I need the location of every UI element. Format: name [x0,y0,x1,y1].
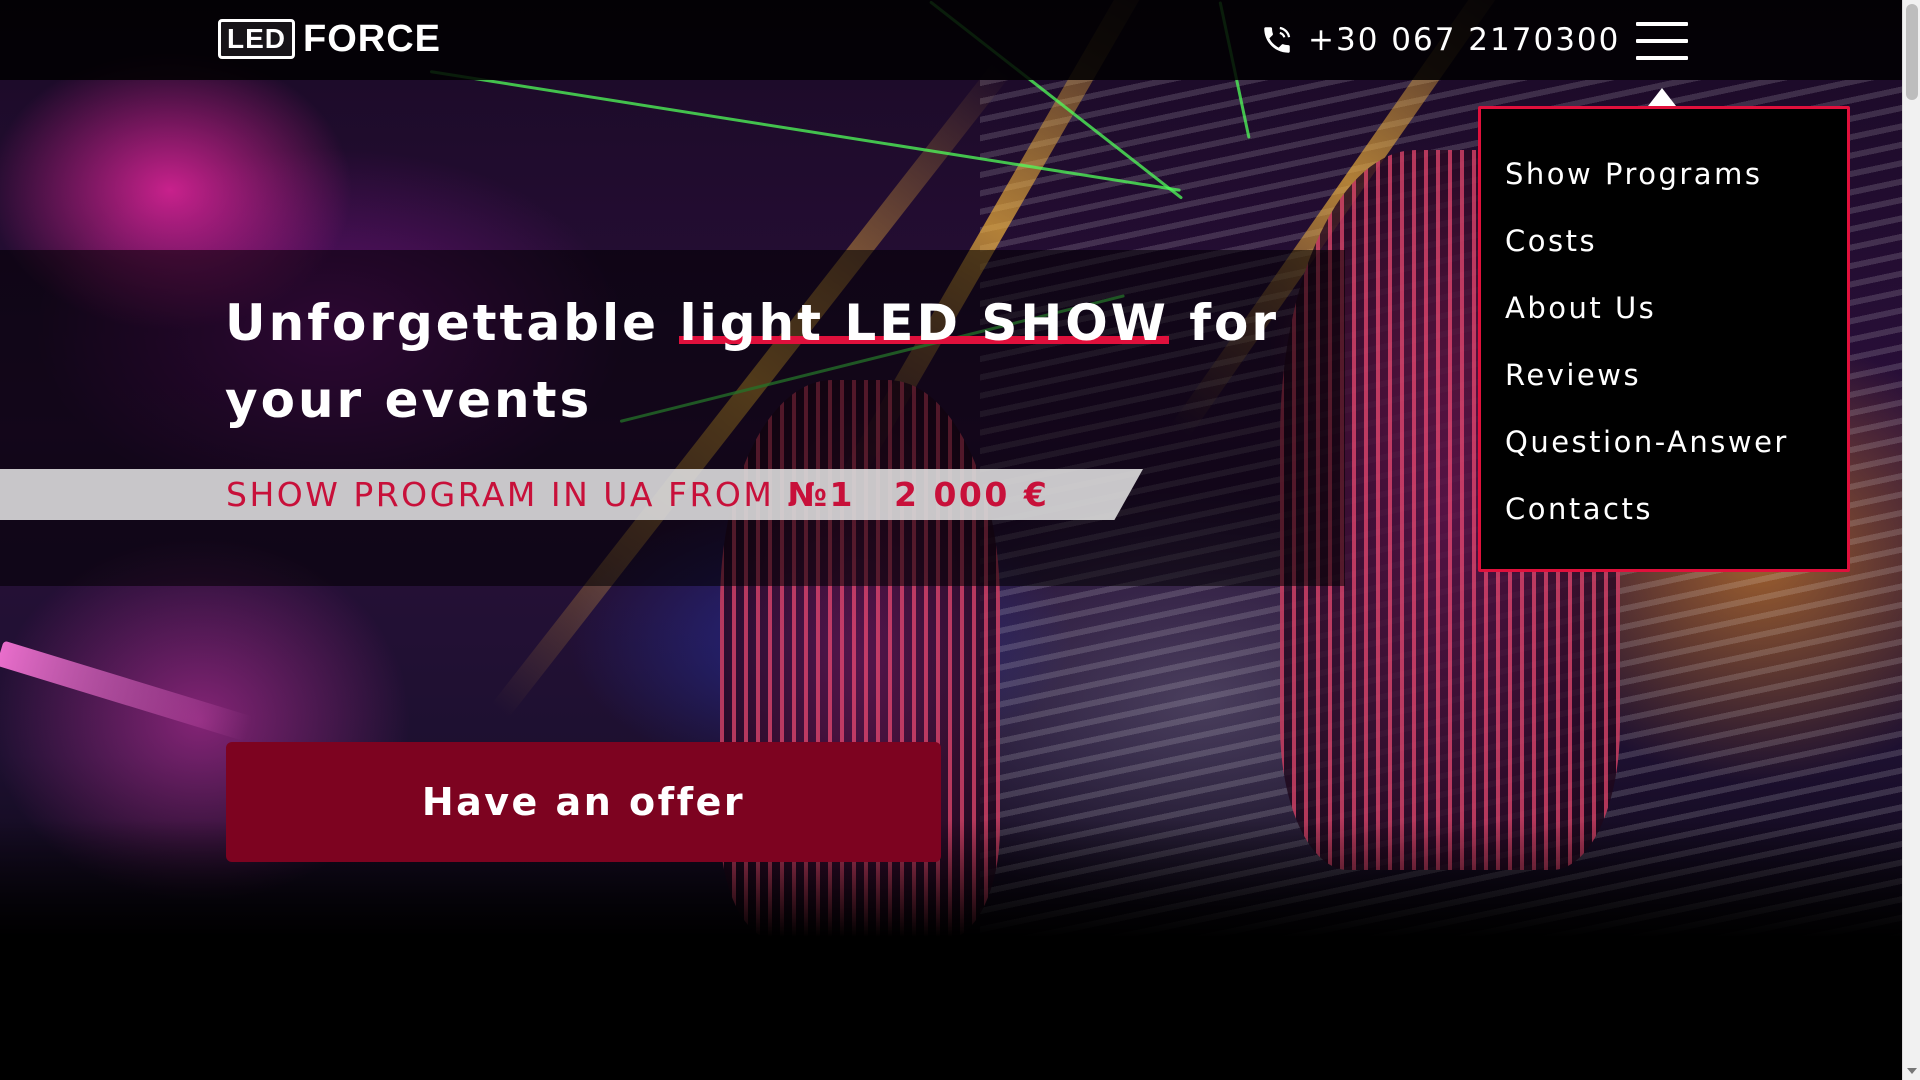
logo-box-text: LED [218,19,295,59]
page-scrollbar[interactable] [1902,0,1920,1080]
tagline-prefix: SHOW PROGRAM IN UA FROM [226,475,788,514]
phone-icon [1264,26,1291,53]
menu-item-about-us[interactable]: About Us [1481,275,1847,342]
menu-caret [1648,88,1676,106]
phone-link[interactable]: +30 067 2170300 [1260,18,1620,62]
scrollbar-thumb[interactable] [1906,4,1918,100]
hamburger-icon-bar [1636,39,1688,43]
hero-headline: Unforgettable light LED SHOW for your ev… [225,285,1325,439]
site-header: LED FORCE +30 067 2170300 [0,0,1902,80]
menu-item-question-answer[interactable]: Question-Answer [1481,409,1847,476]
hamburger-icon-bar [1636,56,1688,60]
headline-text-before: Unforgettable [225,294,680,352]
hamburger-menu-button[interactable] [1636,22,1688,60]
headline-highlight-text: light LED SHOW [679,294,1169,352]
tagline-price: 2 000 € [894,475,1050,514]
phone-number: +30 067 2170300 [1308,22,1621,58]
page-viewport: LED FORCE +30 067 2170300 Show Programs … [0,0,1902,1080]
site-logo[interactable]: LED FORCE [218,17,441,60]
hamburger-icon-bar [1636,22,1688,26]
tagline-rank: №1 [787,475,856,514]
hero-tagline: SHOW PROGRAM IN UA FROM №1 2 000 € [226,474,1049,516]
menu-item-costs[interactable]: Costs [1481,208,1847,275]
logo-wordmark: FORCE [303,17,441,60]
have-an-offer-button[interactable]: Have an offer [226,742,941,862]
headline-highlight: light LED SHOW [679,294,1169,352]
menu-item-reviews[interactable]: Reviews [1481,342,1847,409]
scroll-down-arrow-icon[interactable] [1907,1068,1917,1074]
light-beam [0,640,253,742]
menu-item-contacts[interactable]: Contacts [1481,476,1847,543]
dropdown-menu: Show Programs Costs About Us Reviews Que… [1478,106,1850,572]
menu-item-show-programs[interactable]: Show Programs [1481,141,1847,208]
